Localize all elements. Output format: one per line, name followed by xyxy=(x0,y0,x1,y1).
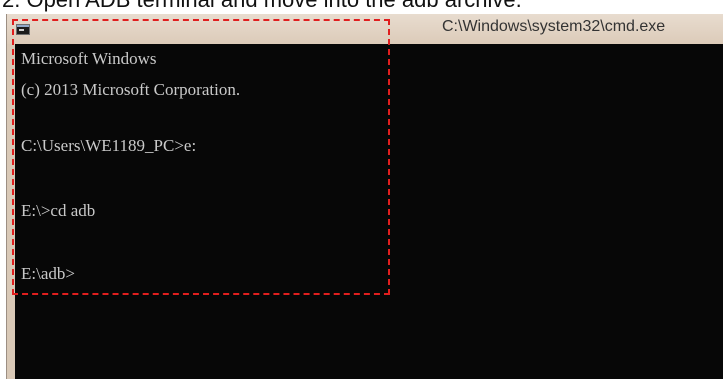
window-titlebar[interactable]: C:\Windows\system32\cmd.exe xyxy=(7,14,723,44)
console-line: E:\adb> xyxy=(21,264,75,283)
console-line: (c) 2013 Microsoft Corporation. xyxy=(21,80,241,99)
console-area[interactable]: Microsoft Windows (c) 2013 Microsoft Cor… xyxy=(15,44,723,379)
console-line: C:\Users\WE1189_PC>e: xyxy=(21,136,197,155)
console-line: E:\>cd adb xyxy=(21,201,96,220)
window-title: C:\Windows\system32\cmd.exe xyxy=(442,18,666,35)
tutorial-screenshot: 2. Open ADB terminal and move into the a… xyxy=(0,0,723,379)
cmd-icon[interactable] xyxy=(16,24,30,35)
console-line: Microsoft Windows xyxy=(21,49,157,68)
step-heading: 2. Open ADB terminal and move into the a… xyxy=(2,0,522,13)
cmd-window[interactable]: C:\Windows\system32\cmd.exe Microsoft Wi… xyxy=(6,14,723,379)
